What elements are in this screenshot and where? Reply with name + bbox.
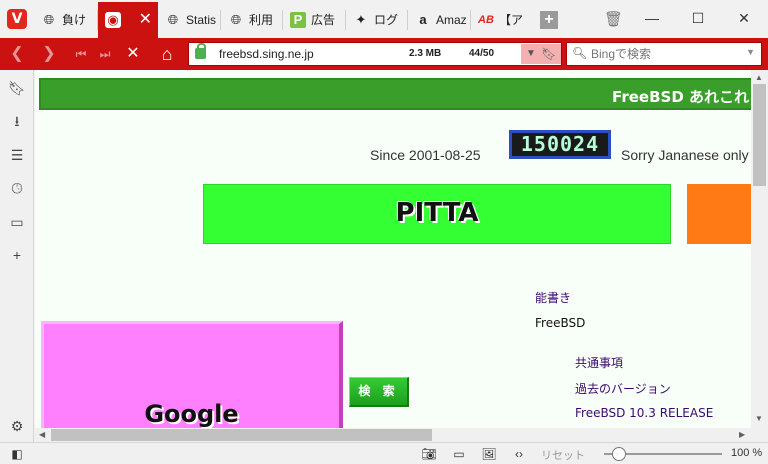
notes-icon[interactable]: ☰	[7, 145, 27, 165]
close-tab-icon[interactable]: ✕	[139, 11, 152, 29]
pitta-banner[interactable]: PITTA	[203, 184, 671, 244]
maximize-icon[interactable]: ☐	[688, 8, 708, 28]
google-search-box: Google	[41, 321, 343, 428]
site-favicon-icon: ◉	[105, 12, 121, 28]
tab-item[interactable]: P 広告	[283, 2, 346, 38]
globe-icon: 🌐︎	[230, 12, 242, 27]
tab-item[interactable]: 🌐︎ Statis	[158, 2, 221, 38]
add-panel-icon[interactable]: +	[7, 245, 27, 265]
scroll-up-icon[interactable]: ▲	[755, 73, 763, 82]
search-input[interactable]	[591, 46, 731, 62]
minimize-icon[interactable]: —	[642, 8, 662, 28]
fast-forward-icon[interactable]: ⏭	[96, 45, 114, 63]
settings-gear-icon[interactable]: ⚙︎	[7, 416, 27, 436]
nav-link[interactable]: 共通事項	[575, 354, 623, 371]
vertical-scrollbar[interactable]: ▲ ▼	[751, 70, 768, 428]
orange-banner[interactable]	[687, 184, 751, 244]
window-icon[interactable]: ▭	[450, 446, 468, 462]
scroll-right-icon[interactable]: ▶	[739, 430, 745, 439]
globe-icon: 🌐︎	[43, 12, 55, 27]
zoom-slider-knob[interactable]	[612, 447, 626, 461]
tab-label: Statis	[186, 13, 217, 27]
web-page: FreeBSD あれこれ Since 2001-08-25 150024 Sor…	[35, 70, 751, 428]
shuriken-icon: ✦	[355, 12, 367, 27]
code-icon[interactable]: ‹›	[510, 446, 528, 462]
vertical-scroll-thumb[interactable]	[753, 84, 766, 186]
language-note: Sorry Jananese only	[621, 147, 749, 163]
tab-label: 負け	[62, 13, 87, 27]
nav-link[interactable]: FreeBSD 10.3 RELEASE	[575, 406, 713, 420]
tab-label: Amaz	[436, 13, 467, 27]
stop-icon[interactable]: ✕	[124, 45, 142, 63]
zoom-reset[interactable]: リセット	[541, 447, 585, 463]
url-text: freebsd.sing.ne.jp	[219, 47, 314, 61]
search-icon: 🔍︎	[572, 46, 588, 60]
downloads-icon[interactable]: ⭳	[7, 111, 27, 131]
amazon-icon: a	[419, 12, 427, 27]
lock-icon	[195, 43, 206, 59]
scroll-down-icon[interactable]: ▼	[755, 414, 763, 423]
forward-icon[interactable]: ❯	[40, 45, 58, 63]
new-tab-button[interactable]: +	[540, 11, 558, 29]
trash-icon[interactable]: 🗑︎	[604, 10, 623, 28]
address-actions: ▼ 🔖︎	[521, 44, 561, 64]
bookmarks-icon[interactable]: 🔖︎	[7, 78, 27, 98]
since-date: Since 2001-08-25	[370, 147, 481, 163]
history-icon[interactable]: 🕓︎	[7, 178, 27, 198]
image-icon[interactable]: 🖼︎	[480, 446, 498, 462]
vivaldi-menu-icon[interactable]: V	[7, 9, 27, 29]
search-engine-dropdown-icon[interactable]: ▼	[746, 47, 755, 57]
horizontal-scroll-thumb[interactable]	[51, 429, 432, 441]
close-window-icon[interactable]: ✕	[734, 8, 754, 28]
home-icon[interactable]: ⌂	[158, 45, 176, 63]
tab-strip: V 🌐︎ 負け ◉ ✕ 🌐︎ Statis 🌐︎ 利用 P 広告 ✦ ログ a …	[0, 0, 768, 38]
tab-label: 広告	[311, 13, 336, 27]
address-field[interactable]: freebsd.sing.ne.jp 2.3 MB 44/50 ▼ 🔖︎	[188, 42, 562, 66]
tab-item[interactable]: 🌐︎ 利用	[221, 2, 283, 38]
scroll-corner	[751, 428, 768, 442]
tab-item[interactable]: a Amaz	[408, 2, 471, 38]
tab-item[interactable]: AB 【ア	[471, 2, 533, 38]
camera-icon[interactable]: 📷︎	[420, 446, 438, 462]
google-label: Google	[144, 400, 239, 428]
page-size: 2.3 MB	[409, 48, 442, 59]
tab-label: 利用	[249, 13, 274, 27]
nav-link[interactable]: FreeBSD	[535, 316, 585, 330]
back-icon[interactable]: ❮	[8, 45, 26, 63]
nav-link[interactable]: 能書き	[535, 289, 571, 306]
site-title: FreeBSD あれこれ	[612, 88, 749, 106]
tab-item[interactable]: ✦ ログ	[346, 2, 408, 38]
tab-item[interactable]: 🌐︎ 負け	[34, 2, 98, 38]
resource-count: 44/50	[469, 48, 495, 59]
tab-label: ログ	[374, 13, 399, 27]
address-toolbar: ❮ ❯ ⏮ ⏭ ✕ ⌂ freebsd.sing.ne.jp 2.3 MB 44…	[0, 38, 768, 70]
tab-active[interactable]: ◉ ✕	[98, 2, 158, 38]
horizontal-scrollbar[interactable]: ◀ ▶	[35, 428, 751, 442]
status-bar: ◧ 📷︎ ▭ 🖼︎ ‹› リセット 100 %	[0, 442, 768, 464]
site-banner: FreeBSD あれこれ	[39, 78, 751, 110]
toggle-panel-icon[interactable]: ◧	[8, 446, 26, 462]
visitor-counter: 150024	[509, 130, 611, 159]
p-logo-icon: P	[290, 12, 306, 28]
search-field[interactable]: 🔍︎ ▼	[566, 42, 762, 66]
history-dropdown-icon[interactable]: ▼	[523, 45, 539, 63]
pitta-label: PITTA	[395, 198, 479, 228]
globe-icon: 🌐︎	[167, 12, 179, 27]
rewind-icon[interactable]: ⏮	[72, 45, 90, 63]
nav-link[interactable]: 過去のバージョン	[575, 380, 671, 397]
scroll-left-icon[interactable]: ◀	[39, 430, 45, 439]
bookmark-icon[interactable]: 🔖︎	[541, 45, 557, 63]
zoom-level: 100 %	[731, 447, 763, 459]
tab-label: 【ア	[499, 13, 524, 27]
window-panel-icon[interactable]: ▭	[7, 212, 27, 232]
ab-logo-icon: AB	[478, 14, 494, 26]
site-search-button[interactable]: 検 索	[349, 377, 409, 407]
side-panel: 🔖︎ ⭳ ☰ 🕓︎ ▭ + ⚙︎	[0, 70, 34, 442]
